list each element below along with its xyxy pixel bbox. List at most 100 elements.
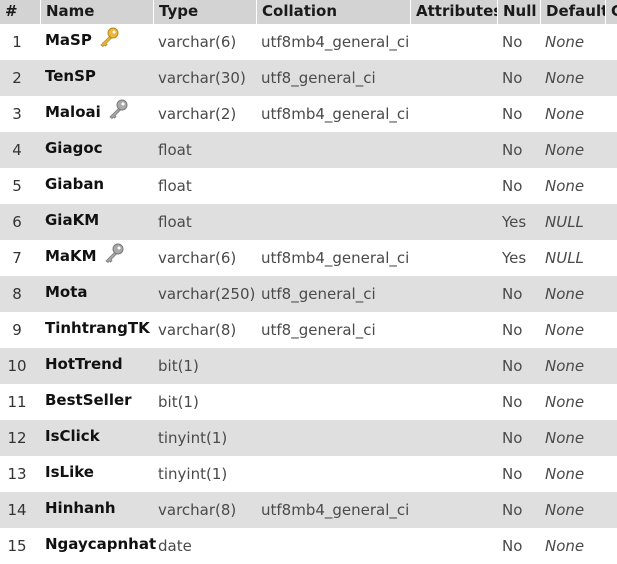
column-name-cell: TinhtrangTK	[45, 318, 150, 342]
column-collation: utf8mb4_general_ci	[261, 105, 410, 123]
column-header-default[interactable]: Default	[541, 0, 605, 24]
column-name: Giaban	[45, 175, 105, 193]
row-number: 14	[7, 501, 27, 519]
row-number: 11	[7, 393, 27, 411]
column-header-null[interactable]: Null	[498, 0, 540, 24]
column-type: varchar(6)	[158, 249, 237, 267]
column-type: bit(1)	[158, 393, 199, 411]
column-null: No	[502, 69, 523, 87]
column-name: Giagoc	[45, 139, 103, 157]
column-name-cell: Maloai	[45, 99, 129, 126]
table-row[interactable]: 10 HotTrend bit(1) No None	[0, 348, 617, 384]
column-null: No	[502, 141, 523, 159]
column-name: HotTrend	[45, 355, 123, 373]
column-header-collation[interactable]: Collation	[257, 0, 410, 24]
column-null: No	[502, 177, 523, 195]
column-null: No	[502, 357, 523, 375]
table-row[interactable]: 1 MaSP varchar(6) utf8mb4_general_ci No None	[0, 24, 617, 60]
table-row[interactable]: 7 MaKM varchar(6) utf8mb4_general_ci Yes NULL	[0, 240, 617, 276]
row-number: 6	[12, 213, 22, 231]
table-row[interactable]: 3 Maloai varchar(2) utf8mb4_general_ci No Non…	[0, 96, 617, 132]
table-row[interactable]: 5 Giaban float No None	[0, 168, 617, 204]
column-name: GiaKM	[45, 211, 100, 229]
column-null: No	[502, 393, 523, 411]
row-number: 13	[7, 465, 27, 483]
index-key-icon	[103, 243, 125, 264]
column-name: Maloai	[45, 103, 101, 121]
column-header-comments[interactable]: C	[606, 0, 617, 24]
column-default: None	[545, 285, 585, 303]
column-type: float	[158, 177, 192, 195]
column-name-cell: Hinhanh	[45, 498, 116, 522]
table-row[interactable]: 9 TinhtrangTK varchar(8) utf8_general_ci No N…	[0, 312, 617, 348]
column-default: None	[545, 501, 585, 519]
column-type: float	[158, 213, 192, 231]
table-row[interactable]: 6 GiaKM float Yes NULL	[0, 204, 617, 240]
column-type: varchar(8)	[158, 501, 237, 519]
row-number: 15	[7, 537, 27, 555]
column-default: None	[545, 321, 585, 339]
column-default: None	[545, 177, 585, 195]
column-name: Mota	[45, 283, 88, 301]
column-header-number[interactable]: #	[0, 0, 40, 24]
column-type: varchar(250)	[158, 285, 256, 303]
column-type: tinyint(1)	[158, 465, 228, 483]
column-null: No	[502, 285, 523, 303]
column-default: None	[545, 33, 585, 51]
column-name-cell: IsClick	[45, 426, 100, 450]
column-name: MaKM	[45, 247, 97, 265]
row-number: 2	[12, 69, 22, 87]
column-type: date	[158, 537, 192, 555]
column-default: None	[545, 141, 585, 159]
column-name: Ngaycapnhat	[45, 535, 157, 553]
column-name-cell: Giaban	[45, 174, 104, 198]
column-name: BestSeller	[45, 391, 132, 409]
column-collation: utf8mb4_general_ci	[261, 501, 410, 519]
column-name: IsClick	[45, 427, 100, 445]
column-name-cell: HotTrend	[45, 354, 123, 378]
table-row[interactable]: 4 Giagoc float No None	[0, 132, 617, 168]
column-null: No	[502, 501, 523, 519]
column-type: tinyint(1)	[158, 429, 228, 447]
column-collation: utf8mb4_general_ci	[261, 33, 410, 51]
column-default: None	[545, 393, 585, 411]
column-collation: utf8_general_ci	[261, 69, 376, 87]
column-default: None	[545, 105, 585, 123]
index-key-icon	[107, 99, 129, 120]
column-name: TenSP	[45, 67, 96, 85]
table-row[interactable]: 15 Ngaycapnhat date No None	[0, 528, 617, 564]
column-default: None	[545, 69, 585, 87]
column-null: No	[502, 321, 523, 339]
column-default: None	[545, 465, 585, 483]
table-row[interactable]: 12 IsClick tinyint(1) No None	[0, 420, 617, 456]
column-collation: utf8mb4_general_ci	[261, 249, 410, 267]
column-type: float	[158, 141, 192, 159]
column-null: No	[502, 537, 523, 555]
column-name: TinhtrangTK	[45, 319, 150, 337]
table-row[interactable]: 13 IsLike tinyint(1) No None	[0, 456, 617, 492]
row-number: 8	[12, 285, 22, 303]
row-number: 7	[12, 249, 22, 267]
column-header-type[interactable]: Type	[154, 0, 256, 24]
column-null: No	[502, 105, 523, 123]
column-null: Yes	[502, 213, 527, 231]
table-row[interactable]: 2 TenSP varchar(30) utf8_general_ci No None	[0, 60, 617, 96]
row-number: 10	[7, 357, 27, 375]
column-name: IsLike	[45, 463, 94, 481]
table-row[interactable]: 14 Hinhanh varchar(8) utf8mb4_general_ci No N…	[0, 492, 617, 528]
column-type: varchar(6)	[158, 33, 237, 51]
column-header-attributes[interactable]: Attributes	[411, 0, 497, 24]
column-name-cell: Giagoc	[45, 138, 103, 162]
column-name-cell: TenSP	[45, 66, 96, 90]
column-name-cell: Mota	[45, 282, 88, 306]
table-header: # Name Type Collation Attributes Null De…	[0, 0, 617, 24]
table-row[interactable]: 8 Mota varchar(250) utf8_general_ci No None	[0, 276, 617, 312]
column-header-name[interactable]: Name	[41, 0, 153, 24]
column-name-cell: MaKM	[45, 243, 125, 270]
column-default: None	[545, 537, 585, 555]
row-number: 9	[12, 321, 22, 339]
column-name-cell: IsLike	[45, 462, 94, 486]
table-row[interactable]: 11 BestSeller bit(1) No None	[0, 384, 617, 420]
column-name-cell: BestSeller	[45, 390, 132, 414]
column-collation: utf8_general_ci	[261, 285, 376, 303]
